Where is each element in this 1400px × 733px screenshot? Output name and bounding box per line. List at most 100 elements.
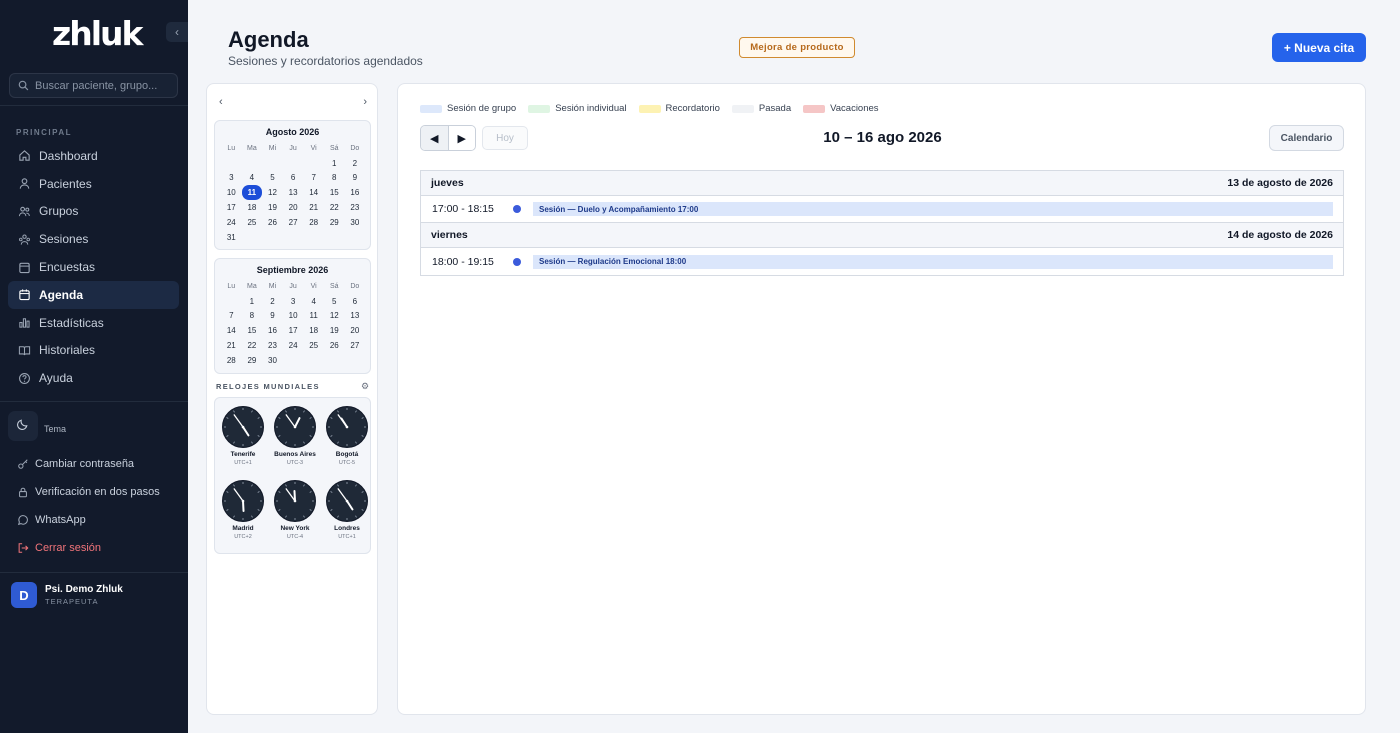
calendar-day-today[interactable]: 11 bbox=[241, 185, 263, 201]
calendar-day[interactable]: 17 bbox=[221, 200, 242, 215]
calendar-day[interactable]: 4 bbox=[303, 294, 324, 309]
collapse-sidebar-button[interactable]: ‹ bbox=[166, 22, 188, 42]
sidebar-item-sesiones[interactable]: Sesiones bbox=[8, 225, 179, 253]
calendar-day[interactable]: 21 bbox=[303, 200, 324, 215]
calendar-day[interactable]: 6 bbox=[283, 171, 304, 186]
calendar-day[interactable]: 3 bbox=[221, 171, 242, 186]
clock-offset: UTC+1 bbox=[338, 534, 356, 540]
calendar-day[interactable]: 29 bbox=[242, 353, 263, 368]
calendar-day[interactable]: 4 bbox=[242, 171, 263, 186]
weekday-header: Lu bbox=[227, 144, 236, 152]
event-row[interactable]: 18:00 - 19:15 Sesión — Regulación Emocio… bbox=[421, 248, 1343, 275]
calendar-day[interactable]: 27 bbox=[283, 215, 304, 230]
legend-label: Sesión individual bbox=[555, 103, 627, 114]
calendar-day[interactable]: 10 bbox=[221, 185, 242, 200]
calendar-day[interactable]: 16 bbox=[345, 185, 366, 200]
sidebar-item-grupos[interactable]: Grupos bbox=[8, 198, 179, 226]
calendar-day[interactable]: 20 bbox=[283, 200, 304, 215]
calendar-day[interactable]: 13 bbox=[283, 185, 304, 200]
calendar-day[interactable]: 18 bbox=[242, 200, 263, 215]
logout-link[interactable]: Cerrar sesión bbox=[16, 534, 160, 562]
two-factor-link[interactable]: Verificación en dos pasos bbox=[16, 478, 160, 506]
clipboard-icon bbox=[18, 261, 31, 274]
event-title[interactable]: Sesión — Duelo y Acompañamiento 17:00 bbox=[533, 202, 1333, 216]
calendar-day[interactable]: 24 bbox=[221, 215, 242, 230]
calendar-day[interactable]: 28 bbox=[221, 353, 242, 368]
calendar-day[interactable]: 14 bbox=[221, 323, 242, 338]
avatar: D bbox=[11, 582, 37, 608]
calendar-day[interactable]: 17 bbox=[283, 323, 304, 338]
calendar-day[interactable]: 12 bbox=[324, 309, 345, 324]
product-feedback-button[interactable]: Mejora de producto bbox=[739, 37, 855, 58]
calendar-day[interactable]: 1 bbox=[242, 294, 263, 309]
calendar-day[interactable]: 11 bbox=[303, 309, 324, 324]
calendar-day[interactable]: 21 bbox=[221, 338, 242, 353]
calendar-day[interactable]: 19 bbox=[324, 323, 345, 338]
legend-label: Recordatorio bbox=[665, 103, 720, 114]
prev-month-button[interactable]: ‹ bbox=[219, 96, 223, 108]
calendar-day[interactable]: 2 bbox=[345, 156, 366, 171]
calendar-day[interactable]: 15 bbox=[242, 323, 263, 338]
calendar-day[interactable]: 24 bbox=[283, 338, 304, 353]
calendar-day[interactable]: 27 bbox=[345, 338, 366, 353]
user-profile[interactable]: D Psi. Demo Zhluk TERAPEUTA bbox=[11, 582, 123, 608]
calendar-day[interactable]: 22 bbox=[324, 200, 345, 215]
calendar-day[interactable]: 22 bbox=[242, 338, 263, 353]
sidebar-item-estadisticas[interactable]: Estadísticas bbox=[8, 309, 179, 337]
calendar-day[interactable]: 16 bbox=[262, 323, 283, 338]
calendar-day[interactable]: 7 bbox=[303, 171, 324, 186]
calendar-day[interactable]: 23 bbox=[262, 338, 283, 353]
calendar-day[interactable]: 29 bbox=[324, 215, 345, 230]
calendar-day[interactable]: 7 bbox=[221, 309, 242, 324]
calendar-day[interactable]: 14 bbox=[303, 185, 324, 200]
calendar-day[interactable]: 8 bbox=[242, 309, 263, 324]
sidebar-item-label: Dashboard bbox=[39, 148, 98, 163]
sidebar-item-dashboard[interactable]: Dashboard bbox=[8, 142, 179, 170]
new-appointment-button[interactable]: + Nueva cita bbox=[1272, 33, 1366, 62]
calendar-day[interactable]: 26 bbox=[324, 338, 345, 353]
calendar-day[interactable]: 20 bbox=[345, 323, 366, 338]
sidebar-item-encuestas[interactable]: Encuestas bbox=[8, 253, 179, 281]
whatsapp-link[interactable]: WhatsApp bbox=[16, 506, 160, 534]
change-password-link[interactable]: Cambiar contraseña bbox=[16, 450, 160, 478]
calendar-day[interactable]: 26 bbox=[262, 215, 283, 230]
sidebar-item-pacientes[interactable]: Pacientes bbox=[8, 170, 179, 198]
calendar-day[interactable]: 10 bbox=[283, 309, 304, 324]
calendar-day[interactable]: 12 bbox=[262, 185, 283, 200]
calendar-day[interactable]: 6 bbox=[345, 294, 366, 309]
gear-icon[interactable]: ⚙ bbox=[361, 381, 369, 392]
calendar-day[interactable]: 30 bbox=[345, 215, 366, 230]
calendar-day[interactable]: 13 bbox=[345, 309, 366, 324]
calendar-day[interactable]: 9 bbox=[262, 309, 283, 324]
calendar-day[interactable]: 2 bbox=[262, 294, 283, 309]
next-month-button[interactable]: › bbox=[363, 96, 367, 108]
sidebar-item-agenda[interactable]: Agenda bbox=[8, 280, 179, 309]
sidebar-item-historiales[interactable]: Historiales bbox=[8, 337, 179, 365]
search-input[interactable] bbox=[35, 79, 165, 92]
event-row[interactable]: 17:00 - 18:15 Sesión — Duelo y Acompañam… bbox=[421, 196, 1343, 223]
calendar-day[interactable]: 18 bbox=[303, 323, 324, 338]
theme-toggle-button[interactable] bbox=[8, 411, 38, 441]
calendar-day[interactable]: 30 bbox=[262, 353, 283, 368]
weekday-header: Ma bbox=[247, 282, 257, 290]
calendar-day[interactable]: 5 bbox=[262, 171, 283, 186]
calendar-day[interactable]: 31 bbox=[221, 230, 242, 245]
calendar-day[interactable]: 25 bbox=[303, 338, 324, 353]
app-logo[interactable]: zhluk bbox=[52, 14, 143, 53]
calendar-day[interactable]: 19 bbox=[262, 200, 283, 215]
calendar-view-button[interactable]: Calendario bbox=[1269, 125, 1344, 151]
calendar-day[interactable]: 28 bbox=[303, 215, 324, 230]
day-name: jueves bbox=[431, 177, 464, 189]
sidebar-item-ayuda[interactable]: Ayuda bbox=[8, 364, 179, 392]
calendar-day[interactable]: 5 bbox=[324, 294, 345, 309]
calendar-day[interactable]: 23 bbox=[345, 200, 366, 215]
search-box[interactable] bbox=[9, 73, 178, 98]
calendar-day[interactable]: 3 bbox=[283, 294, 304, 309]
calendar-day[interactable]: 25 bbox=[242, 215, 263, 230]
event-title[interactable]: Sesión — Regulación Emocional 18:00 bbox=[533, 254, 1333, 269]
calendar-day[interactable]: 9 bbox=[345, 171, 366, 186]
calendar-day[interactable]: 1 bbox=[324, 156, 345, 171]
calendar-day[interactable]: 8 bbox=[324, 171, 345, 186]
calendar-day[interactable]: 15 bbox=[324, 185, 345, 200]
weekday-header: Do bbox=[350, 144, 360, 152]
